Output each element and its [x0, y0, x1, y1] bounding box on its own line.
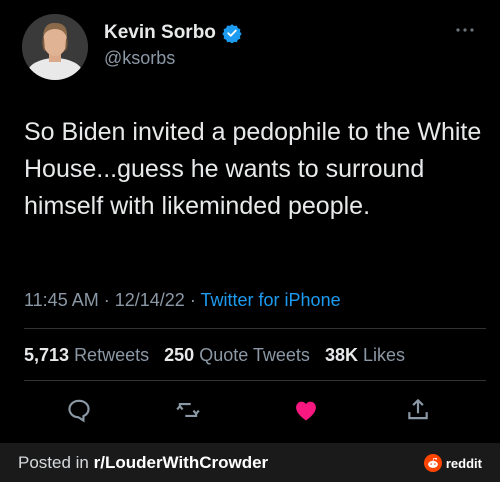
likes-stat[interactable]: 38K Likes: [325, 345, 405, 365]
divider: [24, 380, 486, 381]
tweet-meta: 11:45 AM · 12/14/22 · Twitter for iPhone: [24, 290, 341, 311]
retweets-stat[interactable]: 5,713 Retweets: [24, 345, 149, 365]
reddit-logo-icon: [423, 454, 442, 472]
tweet-source[interactable]: Twitter for iPhone: [201, 290, 341, 310]
posted-in-label: Posted in: [18, 452, 94, 472]
more-dots-icon[interactable]: [456, 20, 474, 36]
tweet-stats: 5,713 Retweets 250 Quote Tweets 38K Like…: [24, 345, 405, 366]
action-bar: [0, 394, 500, 426]
retweets-label: Retweets: [74, 345, 150, 365]
retweets-count: 5,713: [24, 345, 70, 365]
retweet-icon[interactable]: [172, 394, 204, 426]
reply-icon[interactable]: [63, 394, 95, 426]
author-name-row: Kevin Sorbo: [104, 22, 242, 44]
like-icon[interactable]: [290, 394, 322, 426]
reddit-wordmark: reddit: [445, 455, 482, 471]
avatar[interactable]: [22, 14, 88, 80]
display-name[interactable]: Kevin Sorbo: [104, 22, 216, 44]
quotes-label: Quote Tweets: [199, 345, 310, 365]
tweet-time[interactable]: 11:45 AM: [24, 290, 99, 310]
meta-separator: ·: [103, 290, 110, 310]
avatar-image: [22, 14, 88, 80]
likes-count: 38K: [324, 345, 358, 365]
reddit-footer: Posted in r/LouderWithCrowder reddit: [0, 443, 500, 482]
tweet-text: So Biden invited a pedophile to the Whit…: [24, 118, 482, 220]
share-icon[interactable]: [402, 394, 434, 426]
tweet-card: Kevin Sorbo @ksorbs So Biden invited a p…: [0, 0, 500, 443]
quotes-stat[interactable]: 250 Quote Tweets: [164, 345, 310, 365]
tweet-date[interactable]: 12/14/22: [115, 290, 185, 310]
verified-badge-icon: [222, 23, 242, 44]
reddit-brand[interactable]: reddit: [423, 454, 482, 472]
posted-in-text: Posted in r/LouderWithCrowder: [18, 453, 268, 473]
subreddit-link[interactable]: r/LouderWithCrowder: [94, 453, 269, 472]
quotes-count: 250: [164, 345, 195, 365]
handle[interactable]: @ksorbs: [104, 48, 175, 69]
meta-separator: ·: [189, 290, 196, 310]
likes-label: Likes: [362, 345, 406, 365]
divider: [24, 328, 486, 329]
